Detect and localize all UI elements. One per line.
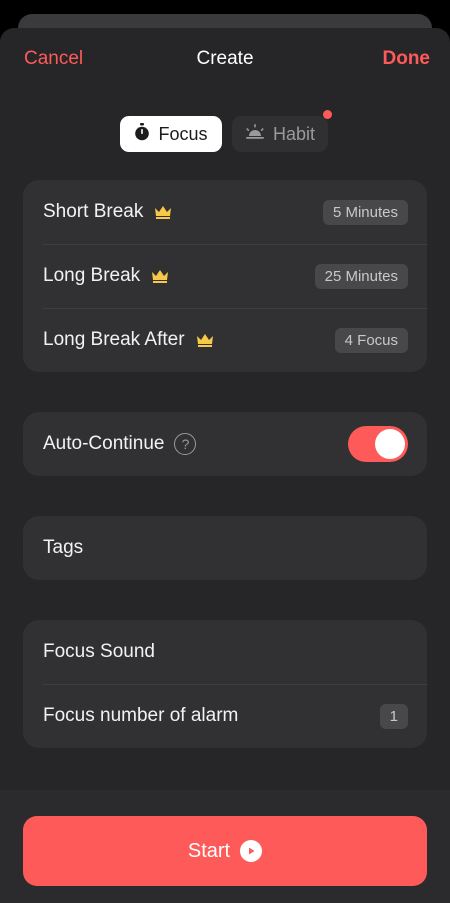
- long-break-after-label: Long Break After: [43, 329, 185, 350]
- auto-continue-card: Auto-Continue ?: [23, 412, 427, 476]
- tags-card: Tags: [23, 516, 427, 580]
- row-short-break[interactable]: Short Break 5 Minutes: [23, 180, 427, 244]
- focus-alarm-value: 1: [379, 703, 408, 729]
- short-break-value: 5 Minutes: [322, 199, 408, 225]
- crown-icon: [195, 332, 215, 348]
- mode-segmented-control: Focus Habit: [120, 110, 332, 152]
- toggle-knob: [375, 429, 405, 459]
- tab-habit[interactable]: Habit: [232, 110, 332, 152]
- row-long-break-after[interactable]: Long Break After 4 Focus: [23, 308, 427, 372]
- start-button[interactable]: Start: [23, 816, 427, 886]
- sheet-header: Cancel Create Done: [0, 28, 450, 90]
- break-settings-card: Short Break 5 Minutes Long Break 25 Minu…: [23, 180, 427, 372]
- sound-card: Focus Sound Focus number of alarm 1: [23, 620, 427, 748]
- row-tags[interactable]: Tags: [23, 516, 427, 580]
- crown-icon: [153, 204, 173, 220]
- auto-continue-toggle[interactable]: [348, 426, 408, 462]
- tab-habit-label: Habit: [272, 123, 316, 144]
- start-label: Start: [187, 839, 231, 862]
- tab-focus-label: Focus: [158, 123, 208, 144]
- row-auto-continue: Auto-Continue ?: [23, 412, 427, 476]
- row-focus-alarm-count[interactable]: Focus number of alarm 1: [23, 684, 427, 748]
- focus-alarm-label: Focus number of alarm: [43, 705, 239, 726]
- row-long-break[interactable]: Long Break 25 Minutes: [23, 244, 427, 308]
- footer-bar: Start: [0, 790, 450, 903]
- notification-dot: [323, 110, 332, 119]
- short-break-label: Short Break: [43, 201, 144, 222]
- tab-focus[interactable]: Focus: [120, 116, 222, 152]
- play-icon: [240, 840, 263, 862]
- long-break-value: 25 Minutes: [314, 263, 408, 289]
- long-break-label: Long Break: [43, 265, 141, 286]
- auto-continue-label: Auto-Continue: [43, 433, 165, 454]
- row-focus-sound[interactable]: Focus Sound: [23, 620, 427, 684]
- crown-icon: [150, 268, 170, 284]
- stopwatch-icon: [134, 122, 150, 146]
- help-icon[interactable]: ?: [174, 433, 197, 455]
- cancel-button[interactable]: Cancel: [24, 48, 83, 70]
- focus-sound-label: Focus Sound: [43, 641, 155, 662]
- tags-label: Tags: [43, 537, 84, 558]
- long-break-after-value: 4 Focus: [334, 327, 408, 353]
- sunrise-icon: [245, 123, 265, 145]
- screen: Cancel Create Done Focus Habit Short Bre…: [0, 0, 450, 903]
- done-button[interactable]: Done: [383, 48, 431, 70]
